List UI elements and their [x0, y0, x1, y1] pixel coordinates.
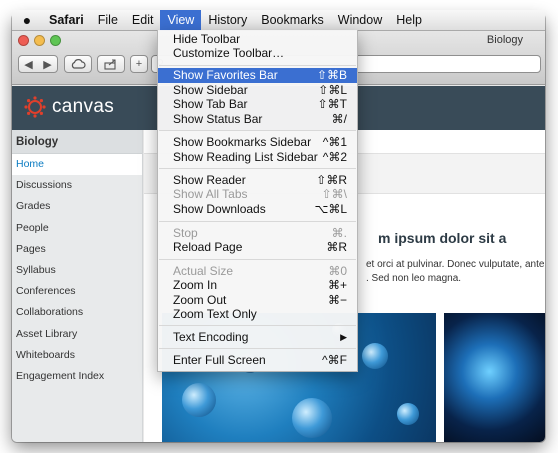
menu-item-show-all-tabs: Show All Tabs ⇧⌘\	[173, 187, 347, 201]
submenu-arrow-icon: ▶	[340, 332, 347, 342]
share-icon	[104, 58, 116, 70]
window-title: Biology	[486, 34, 523, 46]
sidebar-item-engagement-index[interactable]: Engagement Index	[12, 366, 142, 387]
forward-arrow-icon[interactable]: ▶	[43, 58, 51, 71]
menu-bookmarks[interactable]: Bookmarks	[254, 10, 331, 31]
sidebar-item-people[interactable]: People	[12, 218, 142, 239]
menu-separator	[159, 325, 356, 326]
paragraph-line-2: . Sed non leo magna.	[366, 273, 462, 284]
sidebar-item-collaborations[interactable]: Collaborations	[12, 302, 142, 323]
canvas-logo-text: canvas	[52, 96, 115, 117]
menu-item-customize-toolbar[interactable]: Customize Toolbar…	[158, 46, 357, 61]
menu-help[interactable]: Help	[389, 10, 429, 31]
minimize-window-button[interactable]	[34, 35, 45, 46]
menu-item-zoom-out[interactable]: Zoom Out ⌘−	[158, 293, 357, 308]
menu-separator	[159, 348, 356, 349]
add-bookmark-button[interactable]: +	[130, 55, 148, 73]
close-window-button[interactable]	[18, 35, 29, 46]
menu-item-text-encoding[interactable]: Text Encoding ▶	[158, 330, 357, 345]
menu-item-show-tab-bar[interactable]: Show Tab Bar ⇧⌘T	[158, 97, 357, 112]
menu-item-reload-page[interactable]: Reload Page ⌘R	[158, 240, 357, 255]
menu-item-zoom-text-only[interactable]: Zoom Text Only	[158, 307, 357, 322]
menu-item-actual-size: Actual Size ⌘0	[173, 264, 347, 278]
cell-image	[444, 313, 545, 442]
back-arrow-icon[interactable]: ◀	[24, 58, 32, 71]
course-sidebar: Biology Home Discussions Grades People P…	[12, 130, 143, 442]
view-menu-dropdown: Hide Toolbar Customize Toolbar… Show Fav…	[157, 30, 358, 372]
canvas-logo-icon	[24, 96, 46, 118]
menu-view[interactable]: View	[160, 9, 202, 31]
canvas-logo[interactable]: canvas	[24, 96, 114, 118]
menu-file[interactable]: File	[91, 10, 125, 31]
paragraph-line-1: et orci at pulvinar. Donec vulputate, an…	[366, 259, 545, 270]
sidebar-item-whiteboards[interactable]: Whiteboards	[12, 345, 142, 366]
share-button[interactable]	[97, 55, 125, 73]
cloud-icon	[71, 59, 86, 69]
sidebar-item-grades[interactable]: Grades	[12, 196, 142, 217]
menu-item-enter-full-screen[interactable]: Enter Full Screen ^⌘F	[158, 353, 357, 368]
sidebar-item-home[interactable]: Home	[12, 154, 142, 176]
back-forward-buttons[interactable]: ◀ ▶	[18, 55, 58, 73]
plus-icon: +	[135, 58, 143, 70]
menu-item-show-favorites-bar[interactable]: Show Favorites Bar ⇧⌘B	[158, 68, 357, 83]
menu-item-show-status-bar[interactable]: Show Status Bar ⌘/	[158, 112, 357, 127]
menu-item-zoom-in[interactable]: Zoom In ⌘+	[158, 278, 357, 293]
menu-item-show-reader[interactable]: Show Reader ⇧⌘R	[158, 173, 357, 188]
heading-visible-fragment: m ipsum dolor sit a	[378, 230, 507, 246]
menu-separator	[159, 130, 356, 131]
menu-separator	[159, 65, 356, 66]
course-title[interactable]: Biology	[12, 130, 142, 154]
sidebar-item-syllabus[interactable]: Syllabus	[12, 260, 142, 281]
sidebar-item-asset-library[interactable]: Asset Library	[12, 324, 142, 345]
sidebar-item-conferences[interactable]: Conferences	[12, 281, 142, 302]
menu-safari[interactable]: Safari	[42, 10, 91, 31]
menu-item-hide-toolbar[interactable]: Hide Toolbar	[158, 32, 357, 47]
menu-item-show-sidebar[interactable]: Show Sidebar ⇧⌘L	[158, 83, 357, 98]
menu-separator	[159, 168, 356, 169]
menu-separator	[159, 221, 356, 222]
menu-edit[interactable]: Edit	[125, 10, 161, 31]
sidebar-item-pages[interactable]: Pages	[12, 239, 142, 260]
menu-item-show-reading-list-sidebar[interactable]: Show Reading List Sidebar ^⌘2	[158, 150, 357, 165]
sidebar-item-discussions[interactable]: Discussions	[12, 175, 142, 196]
menu-item-show-downloads[interactable]: Show Downloads ⌥⌘L	[158, 202, 357, 217]
apple-icon[interactable]: ●	[12, 12, 42, 28]
menu-item-show-bookmarks-sidebar[interactable]: Show Bookmarks Sidebar ^⌘1	[158, 135, 357, 150]
window-controls	[18, 35, 61, 46]
menu-history[interactable]: History	[201, 10, 254, 31]
mac-menubar: ● Safari File Edit View History Bookmark…	[12, 9, 545, 31]
menu-separator	[159, 259, 356, 260]
menu-window[interactable]: Window	[331, 10, 389, 31]
zoom-window-button[interactable]	[50, 35, 61, 46]
icloud-tabs-button[interactable]	[64, 55, 92, 73]
menu-item-stop: Stop ⌘.	[173, 226, 347, 240]
